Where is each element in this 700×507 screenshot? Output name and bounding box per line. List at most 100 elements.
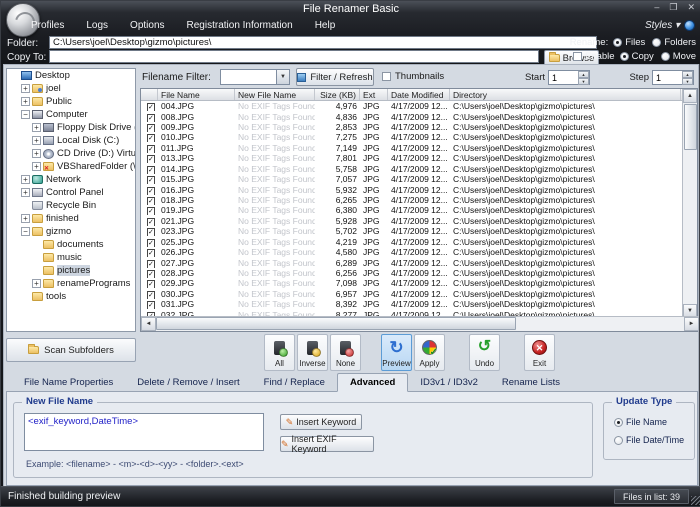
tab-rename-lists[interactable]: Rename Lists <box>490 374 572 391</box>
horizontal-scrollbar-thumb[interactable] <box>156 317 516 330</box>
row-checkbox[interactable]: ✓ <box>147 187 155 195</box>
tab-advanced[interactable]: Advanced <box>337 373 408 392</box>
insert-keyword-button[interactable]: ✎ Insert Keyword <box>280 414 362 430</box>
tree-expander-icon[interactable]: + <box>32 123 41 132</box>
spin-up-icon[interactable]: ▲ <box>578 71 589 78</box>
tree-item-desktop[interactable]: Desktop <box>7 69 135 82</box>
copyto-input[interactable] <box>49 50 539 63</box>
column-header-checkbox[interactable] <box>141 89 158 100</box>
scroll-up-icon[interactable]: ▲ <box>683 89 697 103</box>
filter-refresh-button[interactable]: Filter / Refresh <box>296 68 374 86</box>
column-header-new-file-name[interactable]: New File Name <box>235 89 315 100</box>
tree-item-finished[interactable]: +finished <box>7 212 135 225</box>
tree-item-public[interactable]: +Public <box>7 95 135 108</box>
apply-button[interactable]: Apply <box>414 334 445 371</box>
menu-item-profiles[interactable]: Profiles <box>31 20 64 31</box>
column-header-size-kb[interactable]: Size (KB) <box>315 89 360 100</box>
tree-item-floppy-disk-drive-a[interactable]: +Floppy Disk Drive (A:) <box>7 121 135 134</box>
help-orb-icon[interactable] <box>684 20 695 31</box>
tree-item-pictures[interactable]: pictures <box>7 264 135 277</box>
table-row[interactable]: ✓021.JPGNo EXIF Tags Found5,928JPG4/17/2… <box>141 216 684 226</box>
rename-radio-files[interactable] <box>613 38 622 47</box>
table-row[interactable]: ✓016.JPGNo EXIF Tags Found5,932JPG4/17/2… <box>141 184 684 194</box>
tree-item-gizmo[interactable]: −gizmo <box>7 225 135 238</box>
tree-item-cd-drive-d-virtualbox-guest[interactable]: +CD Drive (D:) VirtualBox Guest <box>7 147 135 160</box>
thumbnails-checkbox[interactable] <box>382 72 391 81</box>
horizontal-scrollbar[interactable]: ◄ ► <box>141 316 699 331</box>
tree-expander-icon[interactable]: + <box>21 188 30 197</box>
scan-subfolders-button[interactable]: Scan Subfolders <box>6 338 136 362</box>
table-row[interactable]: ✓019.JPGNo EXIF Tags Found6,380JPG4/17/2… <box>141 205 684 215</box>
copymove-radio-copy[interactable] <box>620 52 629 61</box>
table-row[interactable]: ✓008.JPGNo EXIF Tags Found4,836JPG4/17/2… <box>141 111 684 121</box>
table-row[interactable]: ✓018.JPGNo EXIF Tags Found6,265JPG4/17/2… <box>141 195 684 205</box>
tab-id3v1-id3v2[interactable]: ID3v1 / ID3v2 <box>408 374 490 391</box>
vertical-scrollbar-thumb[interactable] <box>684 104 697 150</box>
table-row[interactable]: ✓028.JPGNo EXIF Tags Found6,256JPG4/17/2… <box>141 268 684 278</box>
menu-item-options[interactable]: Options <box>130 20 164 31</box>
table-row[interactable]: ✓011.JPGNo EXIF Tags Found7,149JPG4/17/2… <box>141 143 684 153</box>
scroll-left-icon[interactable]: ◄ <box>141 317 156 331</box>
row-checkbox[interactable]: ✓ <box>147 166 155 174</box>
table-row[interactable]: ✓023.JPGNo EXIF Tags Found5,702JPG4/17/2… <box>141 226 684 236</box>
exit-button[interactable]: Exit <box>524 334 555 371</box>
row-checkbox[interactable]: ✓ <box>147 249 155 257</box>
tree-item-control-panel[interactable]: +Control Panel <box>7 186 135 199</box>
resize-grip[interactable] <box>691 496 700 505</box>
tree-item-vbsharedfolder-vboxsvr-z[interactable]: +VBSharedFolder (\\vboxsvr) (Z <box>7 160 135 173</box>
copymove-radio-move[interactable] <box>661 52 670 61</box>
tree-item-renameprograms[interactable]: +renamePrograms <box>7 277 135 290</box>
tree-item-documents[interactable]: documents <box>7 238 135 251</box>
spin-up-icon[interactable]: ▲ <box>682 71 693 78</box>
column-header-directory[interactable]: Directory <box>450 89 681 100</box>
row-checkbox[interactable]: ✓ <box>147 114 155 122</box>
table-row[interactable]: ✓029.JPGNo EXIF Tags Found7,098JPG4/17/2… <box>141 278 684 288</box>
column-header-date-modified[interactable]: Date Modified <box>388 89 450 100</box>
tree-expander-icon[interactable]: + <box>32 279 41 288</box>
enable-checkbox[interactable] <box>573 52 582 61</box>
tree-expander-icon[interactable]: + <box>32 149 41 158</box>
table-row[interactable]: ✓014.JPGNo EXIF Tags Found5,758JPG4/17/2… <box>141 164 684 174</box>
table-row[interactable]: ✓010.JPGNo EXIF Tags Found7,275JPG4/17/2… <box>141 132 684 142</box>
row-checkbox[interactable]: ✓ <box>147 260 155 268</box>
menu-item-logs[interactable]: Logs <box>86 20 108 31</box>
row-checkbox[interactable]: ✓ <box>147 155 155 163</box>
column-header-file-name[interactable]: File Name <box>158 89 235 100</box>
folder-input[interactable] <box>49 36 597 49</box>
table-row[interactable]: ✓031.JPGNo EXIF Tags Found8,392JPG4/17/2… <box>141 299 684 309</box>
scroll-right-icon[interactable]: ► <box>684 317 699 331</box>
tree-item-music[interactable]: music <box>7 251 135 264</box>
update-type-radio-file-date-time[interactable] <box>614 436 623 445</box>
close-button[interactable]: ✕ <box>687 2 695 13</box>
tree-expander-icon[interactable]: + <box>21 175 30 184</box>
tree-expander-icon[interactable]: + <box>32 162 41 171</box>
tab-file-name-properties[interactable]: File Name Properties <box>12 374 125 391</box>
minimize-button[interactable]: – <box>654 2 659 13</box>
tree-item-recycle-bin[interactable]: Recycle Bin <box>7 199 135 212</box>
tree-item-network[interactable]: +Network <box>7 173 135 186</box>
spin-down-icon[interactable]: ▼ <box>578 78 589 85</box>
menu-item-registration-information[interactable]: Registration Information <box>187 20 293 31</box>
tree-expander-icon[interactable]: − <box>21 110 30 119</box>
table-row[interactable]: ✓026.JPGNo EXIF Tags Found4,580JPG4/17/2… <box>141 247 684 257</box>
tab-find-replace[interactable]: Find / Replace <box>252 374 337 391</box>
row-checkbox[interactable]: ✓ <box>147 239 155 247</box>
tree-item-tools[interactable]: tools <box>7 290 135 303</box>
insert-exif-keyword-button[interactable]: ✎ Insert EXIF Keyword <box>280 436 374 452</box>
table-row[interactable]: ✓013.JPGNo EXIF Tags Found7,801JPG4/17/2… <box>141 153 684 163</box>
styles-menu[interactable]: Styles ▾ <box>645 20 680 31</box>
spin-down-icon[interactable]: ▼ <box>682 78 693 85</box>
tree-expander-icon[interactable]: + <box>32 136 41 145</box>
table-row[interactable]: ✓027.JPGNo EXIF Tags Found6,289JPG4/17/2… <box>141 257 684 267</box>
tree-expander-icon[interactable]: + <box>21 97 30 106</box>
horizontal-scrollbar-track[interactable] <box>516 317 684 331</box>
update-type-radio-file-name[interactable] <box>614 418 623 427</box>
undo-button[interactable]: ↺Undo <box>469 334 500 371</box>
table-row[interactable]: ✓015.JPGNo EXIF Tags Found7,057JPG4/17/2… <box>141 174 684 184</box>
tree-item-computer[interactable]: −Computer <box>7 108 135 121</box>
all-button[interactable]: All <box>264 334 295 371</box>
tree-expander-icon[interactable]: + <box>21 214 30 223</box>
inverse-button[interactable]: Inverse <box>297 334 328 371</box>
tree-item-local-disk-c[interactable]: +Local Disk (C:) <box>7 134 135 147</box>
none-button[interactable]: None <box>330 334 361 371</box>
